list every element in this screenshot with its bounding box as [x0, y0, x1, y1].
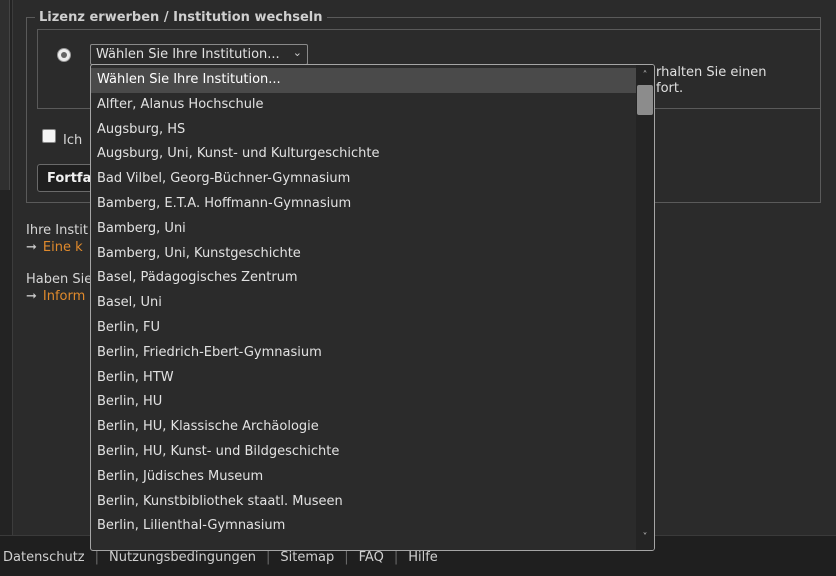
dropdown-option[interactable]: Augsburg, HS [91, 118, 637, 143]
license-info-text-line2: fort. [656, 81, 684, 96]
footer-separator: | [266, 550, 271, 565]
chevron-down-icon: ⌄ [292, 46, 302, 59]
institution-select-value: Wählen Sie Ihre Institution... [96, 47, 280, 62]
info-link[interactable]: ➞ Inform [26, 289, 85, 304]
dropdown-option[interactable]: Berlin, HU, Klassische Archäologie [91, 415, 637, 440]
dropdown-option[interactable]: Bad Vilbel, Georg-Büchner-Gymnasium [91, 167, 637, 192]
footer-link-datenschutz[interactable]: Datenschutz [3, 550, 85, 565]
dropdown-option[interactable]: Wählen Sie Ihre Institution... [91, 68, 637, 93]
footer-separator: | [393, 550, 399, 565]
footer-link-sitemap[interactable]: Sitemap [280, 550, 334, 565]
scroll-down-icon[interactable]: ˅ [636, 530, 654, 546]
scrollbar-thumb[interactable] [637, 85, 653, 115]
info-link-label: Inform [42, 289, 86, 304]
dropdown-option[interactable]: Basel, Pädagogisches Zentrum [91, 266, 637, 291]
arrow-right-icon: ➞ [26, 289, 37, 304]
footer-separator: | [344, 550, 349, 565]
dropdown-option[interactable]: Augsburg, Uni, Kunst- und Kulturgeschich… [91, 142, 637, 167]
dropdown-option[interactable]: Berlin, Kunstbibliothek staatl. Museen [91, 490, 637, 515]
terms-checkbox[interactable] [42, 129, 56, 143]
terms-checkbox-label: Ich [63, 133, 83, 148]
institution-radio[interactable] [57, 48, 71, 62]
institution-info-link[interactable]: ➞ Eine k [26, 240, 83, 255]
dropdown-option[interactable]: Berlin, HU [91, 390, 637, 415]
footer-link-hilfe[interactable]: Hilfe [408, 550, 438, 565]
dropdown-option[interactable]: Bamberg, Uni [91, 217, 637, 242]
footer-link-faq[interactable]: FAQ [359, 550, 384, 565]
institution-options: Wählen Sie Ihre Institution... Alfter, Al… [91, 68, 637, 539]
scroll-up-icon[interactable]: ˄ [636, 68, 654, 84]
dropdown-option[interactable]: Berlin, HTW [91, 366, 637, 391]
question-text: Haben Sie [26, 272, 93, 287]
left-rail [0, 0, 13, 535]
dropdown-option[interactable]: Berlin, HU, Kunst- und Bildgeschichte [91, 440, 637, 465]
footer-link-nutzungsbedingungen[interactable]: Nutzungsbedingungen [109, 550, 256, 565]
left-rail-panel [0, 0, 10, 190]
dropdown-option[interactable]: Berlin, Lilienthal-Gymnasium [91, 514, 637, 539]
dropdown-option[interactable]: Berlin, FU [91, 316, 637, 341]
dropdown-scrollbar[interactable]: ˄ ˅ [636, 65, 654, 550]
dropdown-option[interactable]: Alfter, Alanus Hochschule [91, 93, 637, 118]
institution-info-link-label: Eine k [42, 240, 83, 255]
continue-button[interactable]: Fortfa [37, 164, 97, 192]
dropdown-option[interactable]: Basel, Uni [91, 291, 637, 316]
institution-select[interactable]: Wählen Sie Ihre Institution... ⌄ [90, 44, 308, 65]
institution-info-text: Ihre Instit [26, 223, 88, 238]
dropdown-option[interactable]: Berlin, Friedrich-Ebert-Gymnasium [91, 341, 637, 366]
license-legend: Lizenz erwerben / Institution wechseln [39, 10, 323, 25]
institution-dropdown-list[interactable]: Wählen Sie Ihre Institution... Alfter, Al… [90, 64, 655, 551]
arrow-right-icon: ➞ [26, 240, 37, 255]
footer-separator: | [94, 550, 100, 565]
dropdown-option[interactable]: Berlin, Jüdisches Museum [91, 465, 637, 490]
dropdown-option[interactable]: Bamberg, E.T.A. Hoffmann-Gymnasium [91, 192, 637, 217]
license-info-text-line1: rhalten Sie einen [656, 65, 767, 80]
dropdown-option[interactable]: Bamberg, Uni, Kunstgeschichte [91, 242, 637, 267]
